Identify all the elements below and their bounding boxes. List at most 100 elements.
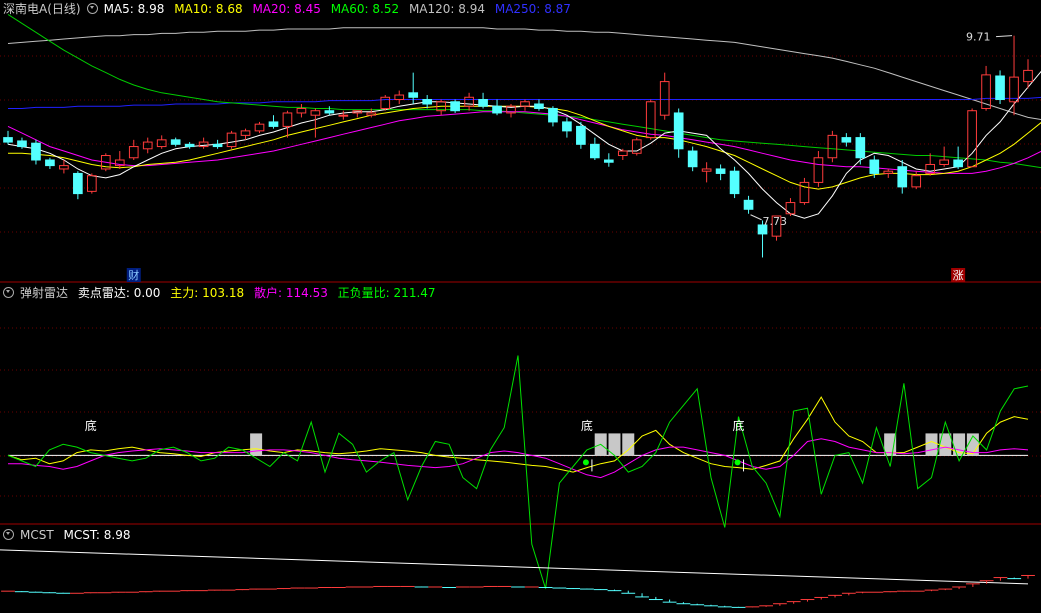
- bottom-marker-label: 底: [733, 418, 745, 433]
- candle: [478, 92, 488, 109]
- candle-body: [366, 112, 377, 116]
- main-force-value: 103.18: [202, 286, 245, 300]
- chart-area: 9.71 7.73 财 涨 底 底 底: [0, 13, 1041, 608]
- candle: [73, 171, 83, 200]
- ratio-value: 211.47: [393, 286, 436, 300]
- candle: [422, 95, 433, 109]
- candle: [338, 110, 349, 120]
- sell-radar-block: [622, 433, 635, 456]
- candle: [3, 130, 13, 145]
- sell-radar-value: 0.00: [133, 286, 161, 300]
- candle-body: [492, 105, 502, 114]
- candle-body: [184, 143, 195, 148]
- ma20-item: MA20: 8.45: [252, 2, 320, 16]
- ma10-label: MA10:: [174, 2, 213, 16]
- candle-body: [464, 96, 474, 107]
- candle-body: [394, 94, 405, 101]
- main-force-label: 主力:: [170, 286, 199, 300]
- candle-body: [645, 101, 656, 139]
- candle: [1009, 35, 1019, 116]
- candle-body: [534, 103, 544, 109]
- sell-radar-block: [925, 433, 938, 456]
- candle-body: [31, 142, 41, 161]
- mcst-name[interactable]: MCST: [20, 528, 54, 542]
- ma60-label: MA60:: [330, 2, 369, 16]
- candle-body: [687, 150, 698, 168]
- candle-body: [17, 140, 27, 148]
- ma5-item: MA5: 8.98: [104, 2, 165, 16]
- indicator-series-line: [8, 438, 1029, 479]
- ma60-value: 8.52: [372, 2, 400, 16]
- candle: [799, 177, 810, 205]
- candle-body: [841, 137, 852, 143]
- candle: [701, 162, 712, 183]
- candle-body: [422, 99, 433, 105]
- candle-body: [590, 143, 600, 159]
- candle-body: [953, 159, 963, 168]
- ma120-label: MA120:: [408, 2, 455, 16]
- candle-body: [576, 125, 586, 145]
- main-force-item: 主力: 103.18: [170, 286, 244, 300]
- candle: [785, 198, 796, 216]
- candle-body: [324, 110, 335, 114]
- mcst-reference-line: [0, 549, 1029, 585]
- ratio-item: 正负量比: 211.47: [338, 286, 436, 300]
- ma5-label: MA5:: [103, 2, 134, 16]
- low-price-label: 7.73: [763, 215, 788, 228]
- candle: [114, 151, 125, 169]
- candle-body: [995, 75, 1005, 101]
- indicator-name[interactable]: 弹射雷达: [20, 286, 68, 300]
- settings-dropdown-icon[interactable]: [86, 3, 98, 14]
- candle: [562, 117, 572, 138]
- candle: [603, 153, 614, 167]
- candle: [156, 135, 167, 149]
- candle-body: [408, 92, 419, 98]
- candle-body: [701, 168, 712, 172]
- candle-body: [548, 107, 558, 123]
- candle-body: [883, 170, 894, 174]
- candle: [198, 137, 209, 149]
- candle: [827, 130, 838, 163]
- candle: [240, 128, 251, 140]
- bottom-marker-label: 底: [581, 418, 593, 433]
- candle: [841, 133, 852, 147]
- candle-body: [617, 150, 628, 157]
- ma250-label: MA250:: [494, 2, 541, 16]
- mcst-dropdown-icon[interactable]: [3, 529, 14, 540]
- candle: [715, 164, 726, 181]
- candle: [380, 95, 391, 111]
- candle-body: [520, 101, 530, 107]
- financial-report-badge[interactable]: 财: [128, 268, 139, 282]
- candle-body: [156, 139, 167, 148]
- candle-body: [450, 101, 460, 112]
- candle-body: [478, 99, 488, 107]
- ma120-value: 8.94: [458, 2, 486, 16]
- candle: [967, 108, 977, 168]
- bottom-marker-label: 底: [85, 418, 97, 433]
- candle: [464, 92, 474, 111]
- candle-body: [3, 137, 13, 143]
- main-panel-grid: [0, 55, 1041, 233]
- candle-body: [855, 137, 866, 159]
- candle-body: [1023, 69, 1033, 83]
- candle: [813, 151, 824, 187]
- candle-body: [87, 175, 97, 192]
- candle: [743, 195, 754, 214]
- ma10-item: MA10: 8.68: [174, 2, 242, 16]
- indicator-panel-grid: [0, 327, 1041, 497]
- limit-up-badge[interactable]: 涨: [953, 269, 964, 282]
- candle-body: [128, 146, 139, 159]
- indicator-dropdown-icon[interactable]: [3, 287, 14, 298]
- mcst-label: MCST:: [63, 528, 100, 542]
- candle: [590, 137, 600, 160]
- mcst-lines: [0, 549, 1035, 608]
- candle: [534, 99, 544, 111]
- candle-body: [729, 170, 740, 195]
- mcst-panel-header: MCST MCST: 8.98: [0, 526, 136, 544]
- candle-body: [45, 159, 55, 167]
- ma10-value: 8.68: [215, 2, 243, 16]
- ma120-item: MA120: 8.94: [409, 2, 485, 16]
- indicator-panel-header: 弹射雷达 卖点雷达: 0.00 主力: 103.18 散户: 114.53 正负…: [0, 284, 442, 302]
- candle: [282, 110, 293, 138]
- stock-title[interactable]: 深南电A(日线): [3, 2, 81, 16]
